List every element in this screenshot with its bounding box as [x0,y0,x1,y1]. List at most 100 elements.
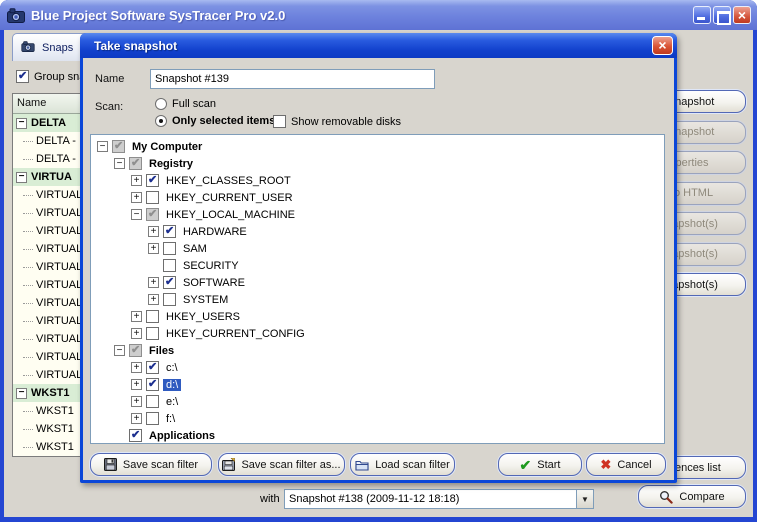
tree-node-label[interactable]: Files [146,345,177,357]
collapse-icon[interactable] [114,345,125,356]
show-removable-option[interactable]: Show removable disks [273,115,401,128]
tree-row[interactable]: HKEY_CURRENT_USER [91,189,664,206]
tree-node-label[interactable]: HKEY_CURRENT_USER [163,192,296,204]
tree-node-label[interactable]: d:\ [163,379,181,391]
tree-row[interactable]: c:\ [91,359,664,376]
collapse-icon[interactable] [16,172,27,183]
tree-line [23,411,33,412]
maximize-button[interactable] [713,6,731,24]
node-checkbox[interactable] [163,225,176,238]
expand-icon[interactable] [131,192,142,203]
snapshot-label: VIRTUAL [36,189,82,201]
tree-node-label[interactable]: HKEY_CLASSES_ROOT [163,175,294,187]
expand-icon[interactable] [148,226,159,237]
save-scan-filter-button[interactable]: Save scan filter [90,453,212,476]
node-checkbox[interactable] [146,310,159,323]
load-scan-filter-button[interactable]: Load scan filter [350,453,455,476]
tree-node-label[interactable]: Registry [146,158,196,170]
node-checkbox[interactable] [146,208,159,221]
node-checkbox[interactable] [146,174,159,187]
tree-row[interactable]: HKEY_LOCAL_MACHINE [91,206,664,223]
node-checkbox[interactable] [129,344,142,357]
titlebar[interactable]: Blue Project Software SysTracer Pro v2.0 [0,0,757,30]
full-scan-option[interactable]: Full scan [155,98,216,110]
tree-row[interactable]: SOFTWARE [91,274,664,291]
tree-node-label[interactable]: SAM [180,243,210,255]
only-selected-radio[interactable] [155,115,167,127]
node-checkbox[interactable] [129,157,142,170]
collapse-icon[interactable] [16,118,27,129]
expand-icon[interactable] [131,413,142,424]
expand-icon[interactable] [148,277,159,288]
node-checkbox[interactable] [163,242,176,255]
node-checkbox[interactable] [129,429,142,442]
tree-node-label[interactable]: f:\ [163,413,178,425]
tree-node-label[interactable]: Applications [146,430,218,442]
snapshot-label: VIRTUAL [36,261,82,273]
node-checkbox[interactable] [146,327,159,340]
chevron-down-icon[interactable]: ▼ [576,490,593,508]
node-checkbox[interactable] [163,293,176,306]
tree-node-label[interactable]: My Computer [129,141,205,153]
full-scan-radio[interactable] [155,98,167,110]
collapse-icon[interactable] [114,158,125,169]
tree-row[interactable]: SYSTEM [91,291,664,308]
start-button[interactable]: Start [498,453,582,476]
node-checkbox[interactable] [146,395,159,408]
expand-icon[interactable] [131,328,142,339]
tree-line [23,159,33,160]
expand-icon[interactable] [131,175,142,186]
compare-with-dropdown[interactable]: Snapshot #138 (2009-11-12 18:18) ▼ [284,489,594,509]
close-button[interactable] [733,6,751,24]
compare-button[interactable]: Compare [638,485,746,508]
tree-row[interactable]: SECURITY [91,257,664,274]
dialog-close-button[interactable] [652,36,673,55]
tree-node-label[interactable]: HARDWARE [180,226,250,238]
node-checkbox[interactable] [146,361,159,374]
tree-node-label[interactable]: HKEY_USERS [163,311,243,323]
only-selected-option[interactable]: Only selected items [155,115,275,127]
tree-node-label[interactable]: e:\ [163,396,181,408]
show-removable-checkbox[interactable] [273,115,286,128]
minimize-button[interactable] [693,6,711,24]
expand-icon[interactable] [131,311,142,322]
snapshot-name-input[interactable] [150,69,435,89]
tree-node-label[interactable]: SECURITY [180,260,242,272]
group-snapshots-checkbox[interactable] [16,70,29,83]
tree-row[interactable]: HKEY_CURRENT_CONFIG [91,325,664,342]
expand-icon[interactable] [148,243,159,254]
tree-row[interactable]: f:\ [91,410,664,427]
node-checkbox[interactable] [146,378,159,391]
collapse-icon[interactable] [131,209,142,220]
tree-row[interactable]: d:\ [91,376,664,393]
tree-node-label[interactable]: HKEY_CURRENT_CONFIG [163,328,308,340]
expand-icon[interactable] [148,294,159,305]
tree-row[interactable]: SAM [91,240,664,257]
tree-row[interactable]: Registry [91,155,664,172]
node-checkbox[interactable] [146,412,159,425]
tree-node-label[interactable]: c:\ [163,362,181,374]
tree-row[interactable]: HARDWARE [91,223,664,240]
tree-node-label[interactable]: SOFTWARE [180,277,248,289]
tree-row[interactable]: HKEY_USERS [91,308,664,325]
tree-row[interactable]: My Computer [91,138,664,155]
tree-row[interactable]: Files [91,342,664,359]
tree-row[interactable]: Applications [91,427,664,444]
dialog-titlebar[interactable]: Take snapshot [80,33,677,58]
node-checkbox[interactable] [146,191,159,204]
expand-icon[interactable] [131,396,142,407]
tree-node-label[interactable]: SYSTEM [180,294,231,306]
tree-row[interactable]: HKEY_CLASSES_ROOT [91,172,664,189]
expand-icon[interactable] [131,362,142,373]
tree-node-label[interactable]: HKEY_LOCAL_MACHINE [163,209,298,221]
node-checkbox[interactable] [163,276,176,289]
collapse-icon[interactable] [97,141,108,152]
save-scan-filter-as-button[interactable]: Save scan filter as... [218,453,345,476]
node-checkbox[interactable] [112,140,125,153]
node-checkbox[interactable] [163,259,176,272]
tree-row[interactable]: e:\ [91,393,664,410]
snapshot-label: VIRTUAL [36,243,82,255]
cancel-button[interactable]: Cancel [586,453,666,476]
expand-icon[interactable] [131,379,142,390]
collapse-icon[interactable] [16,388,27,399]
